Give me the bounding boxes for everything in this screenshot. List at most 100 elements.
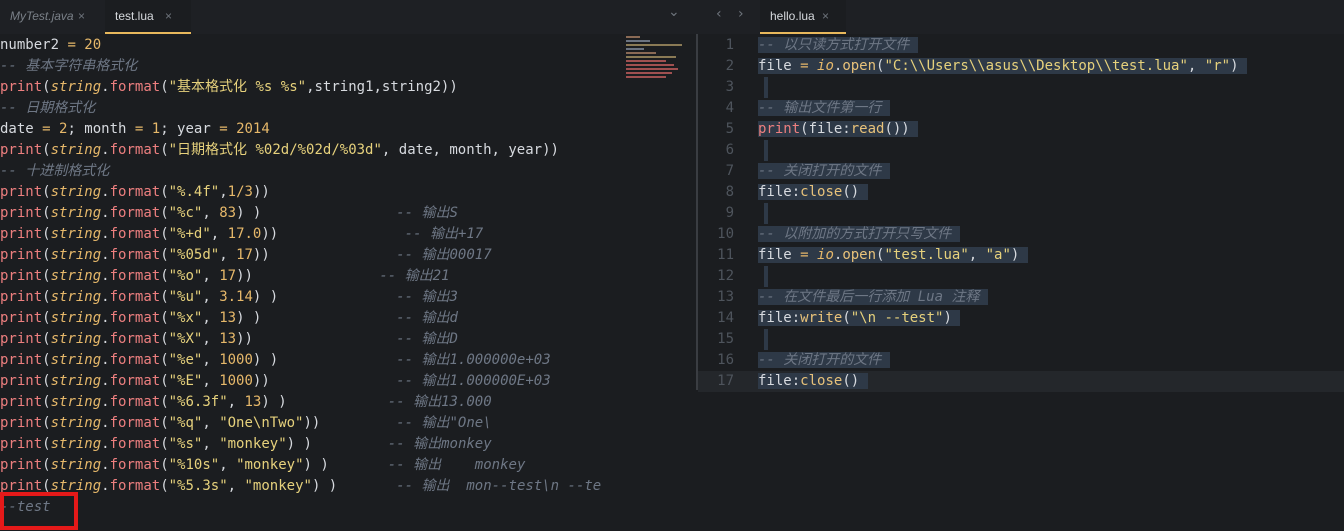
code-token: .	[101, 142, 110, 158]
code-token: string	[50, 415, 102, 431]
code-token: (	[160, 331, 169, 347]
code-token: -- 输出21	[379, 268, 450, 284]
code-token: "%x"	[168, 310, 203, 326]
code-token: "%e"	[168, 352, 203, 368]
code-token: (	[160, 436, 169, 452]
code-token: (	[42, 247, 51, 263]
code-token: print	[0, 394, 43, 410]
code-line: print(string.format("基本格式化 %s %s",string…	[0, 77, 458, 98]
code-token: -- 输出d	[396, 310, 458, 326]
chevron-down-icon[interactable]: ⌄	[668, 4, 680, 20]
code-token: (	[42, 268, 51, 284]
code-token: string	[50, 289, 102, 305]
code-line: number2 = 20	[0, 35, 101, 56]
code-token: ,	[202, 352, 220, 368]
code-token: ,	[202, 205, 220, 221]
code-token: "a"	[985, 247, 1011, 263]
code-token: .	[101, 457, 110, 473]
code-token: (	[160, 394, 169, 410]
code-token: ) )	[261, 394, 388, 410]
code-token: print	[0, 331, 43, 347]
code-line: print(string.format("%u", 3.14) ) -- 输出3	[0, 287, 458, 308]
code-token: -- 基本字符串格式化	[0, 58, 138, 74]
selection-empty-line	[764, 203, 768, 224]
code-token: ))	[236, 331, 397, 347]
code-token: ))	[236, 268, 380, 284]
code-token: write	[800, 310, 843, 326]
code-token: "r"	[1204, 58, 1231, 74]
code-token: -- 输出+17	[404, 226, 484, 242]
code-token: .	[101, 436, 110, 452]
code-token: ()	[842, 373, 860, 389]
code-token: )	[943, 310, 952, 326]
line-number: 5	[725, 121, 734, 137]
code-token: .	[101, 373, 110, 389]
tab-hello-lua[interactable]: hello.lua ×	[760, 0, 846, 34]
code-token: close	[800, 373, 843, 389]
line-number: 6	[725, 142, 734, 158]
line-number: 10	[717, 226, 734, 242]
code-token: file:	[758, 373, 801, 389]
code-token: "%o"	[168, 268, 203, 284]
code-token: , date, month, year))	[381, 142, 559, 158]
code-token: -- 输出"One\	[396, 415, 492, 431]
code-line: print(string.format("%.4f",1/3))	[0, 182, 270, 203]
code-token: =	[800, 58, 818, 74]
code-token: "monkey"	[244, 478, 312, 494]
code-token: .	[101, 352, 110, 368]
code-token: format	[109, 415, 161, 431]
chevron-right-icon[interactable]: ›	[738, 6, 744, 22]
code-token: ))	[261, 226, 405, 242]
close-icon[interactable]: ×	[822, 0, 829, 33]
code-token: -- 关闭打开的文件	[758, 163, 882, 179]
code-line: print(string.format("%s", "monkey") ) --…	[0, 434, 492, 455]
code-token: 1	[227, 184, 237, 200]
code-token: -- 以只读方式打开文件	[758, 37, 910, 53]
code-token: "%.4f"	[168, 184, 220, 200]
code-token: print	[0, 247, 43, 263]
code-token: =	[42, 121, 60, 137]
code-token: "monkey"	[219, 436, 287, 452]
code-token: ,	[227, 478, 245, 494]
code-token: ) )	[286, 436, 388, 452]
minimap[interactable]	[624, 34, 684, 80]
code-token: file:	[758, 184, 801, 200]
line-number: 1	[725, 37, 734, 53]
code-token: 17	[236, 247, 253, 263]
code-token: print	[0, 352, 43, 368]
code-token: file	[758, 247, 801, 263]
code-token: print	[0, 184, 43, 200]
code-token: .	[101, 184, 110, 200]
code-token: ,	[219, 457, 237, 473]
code-token: (	[160, 457, 169, 473]
code-token: format	[109, 394, 161, 410]
line-number: 3	[725, 79, 734, 95]
code-token: format	[109, 142, 161, 158]
code-token: (	[160, 205, 169, 221]
line-number: 8	[725, 184, 734, 200]
close-icon[interactable]: ×	[78, 0, 85, 33]
code-token: string	[50, 247, 102, 263]
code-token: format	[109, 373, 161, 389]
code-token: ))	[252, 247, 397, 263]
code-token: -- 在文件最后一行添加 Lua 注释	[758, 289, 980, 305]
code-token: -- 以附加的方式打开只写文件	[758, 226, 952, 242]
line-number: 15	[717, 331, 734, 347]
right-code-editor[interactable]: 1 -- 以只读方式打开文件 2 file = io.open("C:\\Users…	[698, 34, 1344, 394]
code-line: -- 基本字符串格式化	[0, 56, 137, 77]
code-token: -- 输出 monkey	[387, 457, 526, 473]
tab-test-lua[interactable]: test.lua ×	[105, 0, 191, 34]
code-token: print	[0, 226, 43, 242]
code-token: "%+d"	[168, 226, 211, 242]
chevron-left-icon[interactable]: ‹	[716, 6, 722, 22]
selection-empty-line	[764, 266, 768, 287]
code-token: -- 输出1.000000e+03	[396, 352, 551, 368]
code-token: (	[42, 373, 51, 389]
code-token: (	[160, 415, 169, 431]
code-token: print	[0, 205, 43, 221]
tab-mytest-java[interactable]: MyTest.java ×	[0, 0, 105, 33]
left-code-editor[interactable]: number2 = 20 -- 基本字符串格式化 print(string.form…	[0, 34, 690, 531]
code-token: -- 关闭打开的文件	[758, 352, 882, 368]
code-token: "test.lua"	[884, 247, 969, 263]
close-icon[interactable]: ×	[165, 0, 172, 33]
